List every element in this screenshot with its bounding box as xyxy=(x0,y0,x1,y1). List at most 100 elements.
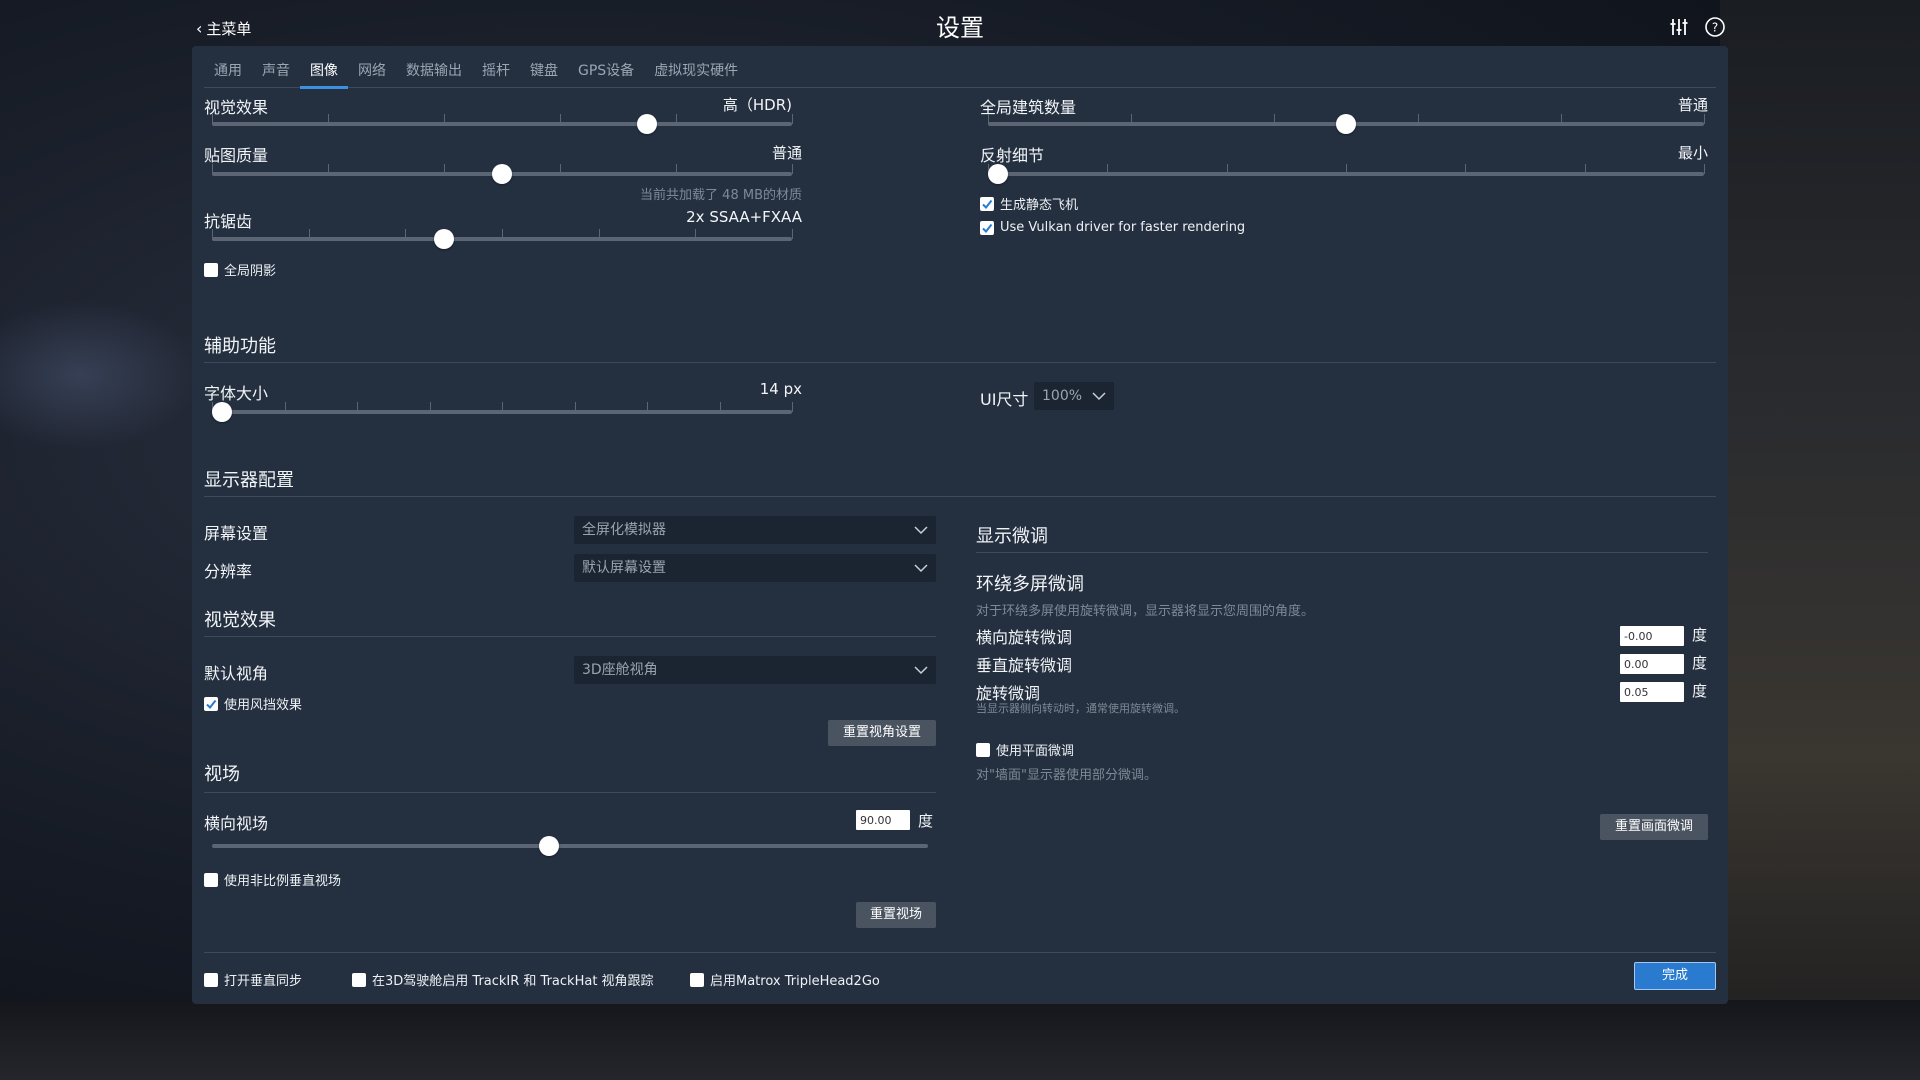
slider-thumb[interactable] xyxy=(538,836,559,856)
roll-tune-input[interactable] xyxy=(1620,682,1684,702)
slider-tick xyxy=(1274,114,1276,124)
surround-description: 对于环绕多屏使用旋转微调，显示器将显示您周围的角度。 xyxy=(976,604,1315,619)
slider-tick xyxy=(1417,114,1419,124)
slider-tick xyxy=(598,229,600,239)
vsync-checkbox[interactable]: 打开垂直同步 xyxy=(204,970,302,989)
slider-tick xyxy=(308,229,310,239)
help-icon[interactable]: ? xyxy=(1704,16,1726,38)
font-size-label: 字体大小 xyxy=(204,384,269,403)
texture-quality-slider[interactable] xyxy=(212,164,793,184)
checkbox-box xyxy=(204,696,218,711)
tab-keyboard[interactable]: 键盘 xyxy=(520,60,568,88)
slider-tick xyxy=(560,164,561,174)
sliders-icon[interactable] xyxy=(1668,16,1690,38)
antialiasing-slider[interactable] xyxy=(212,229,793,249)
chevron-down-icon xyxy=(914,526,928,535)
tab-vr-hardware[interactable]: 虚拟现实硬件 xyxy=(644,60,748,88)
tab-graphics[interactable]: 图像 xyxy=(300,60,348,89)
slider-tick xyxy=(676,164,677,174)
slider-tick xyxy=(719,402,721,412)
hfov-unit: 度 xyxy=(918,812,934,830)
windshield-checkbox[interactable]: 使用风挡效果 xyxy=(204,694,302,713)
back-button[interactable]: ‹ 主菜单 xyxy=(196,18,251,39)
slider-tick xyxy=(429,402,431,412)
flat-tune-checkbox[interactable]: 使用平面微调 xyxy=(976,740,1074,759)
checkbox-box xyxy=(204,872,218,887)
building-count-slider[interactable] xyxy=(988,114,1705,134)
background-glow xyxy=(0,300,200,450)
section-divider xyxy=(976,552,1708,553)
check-icon xyxy=(206,699,217,709)
global-shadows-checkbox[interactable]: 全局阴影 xyxy=(204,260,276,279)
slider-tick xyxy=(792,164,793,174)
matrox-checkbox[interactable]: 启用Matrox TripleHead2Go xyxy=(690,970,880,989)
static-aircraft-label: 生成静态飞机 xyxy=(1000,198,1079,213)
slider-thumb[interactable] xyxy=(492,164,512,184)
slider-tick xyxy=(647,402,648,412)
trackir-checkbox[interactable]: 在3D驾驶舱启用 TrackIR 和 TrackHat 视角跟踪 xyxy=(352,970,654,989)
slider-thumb[interactable] xyxy=(212,402,232,422)
slider-tick xyxy=(1131,114,1133,124)
reset-fine-tune-button[interactable]: 重置画面微调 xyxy=(1600,814,1708,840)
static-aircraft-checkbox[interactable]: 生成静态飞机 xyxy=(980,194,1078,213)
done-button[interactable]: 完成 xyxy=(1634,962,1716,990)
footer-divider xyxy=(204,952,1716,953)
default-view-label: 默认视角 xyxy=(204,664,269,683)
hfov-label: 横向视场 xyxy=(204,814,269,833)
screen-setting-select[interactable]: 全屏化模拟器 xyxy=(574,516,936,544)
horizontal-tune-input[interactable] xyxy=(1620,626,1684,646)
hfov-slider[interactable] xyxy=(212,836,928,856)
slider-tick xyxy=(212,164,213,174)
texture-memory-hint: 当前共加载了 48 MB的材质 xyxy=(640,188,802,203)
background-cockpit xyxy=(1720,0,1920,1080)
accessibility-heading: 辅助功能 xyxy=(204,336,276,357)
slider-tick xyxy=(1346,164,1347,174)
roll-tune-unit: 度 xyxy=(1692,682,1708,700)
reset-view-button[interactable]: 重置视角设置 xyxy=(828,720,936,746)
slider-tick xyxy=(502,402,503,412)
windshield-label: 使用风挡效果 xyxy=(224,698,303,713)
antialiasing-value: 2x SSAA+FXAA xyxy=(686,208,802,226)
ui-size-select[interactable]: 100% xyxy=(1034,382,1114,410)
checkbox-box xyxy=(976,742,990,757)
visual-effects-slider[interactable] xyxy=(212,114,793,134)
tab-network[interactable]: 网络 xyxy=(348,60,396,88)
flat-tune-hint: 对"墙面"显示器使用部分微调。 xyxy=(976,768,1157,783)
font-size-slider[interactable] xyxy=(212,402,793,422)
slider-tick xyxy=(792,229,793,239)
tab-gps[interactable]: GPS设备 xyxy=(568,60,644,88)
tab-bar: 通用 声音 图像 网络 数据输出 摇杆 键盘 GPS设备 虚拟现实硬件 xyxy=(204,60,1716,89)
texture-quality-label: 贴图质量 xyxy=(204,146,269,165)
slider-track xyxy=(212,844,928,848)
checkbox-box xyxy=(980,196,994,211)
back-label: 主菜单 xyxy=(206,20,252,38)
tab-general[interactable]: 通用 xyxy=(204,60,252,88)
vertical-tune-unit: 度 xyxy=(1692,654,1708,672)
section-divider xyxy=(204,362,1716,363)
reflection-detail-value: 最小 xyxy=(1677,144,1708,162)
reflection-detail-slider[interactable] xyxy=(988,164,1705,184)
page-title: 设置 xyxy=(936,14,984,42)
reset-fov-button[interactable]: 重置视场 xyxy=(856,902,936,928)
vulkan-label: Use Vulkan driver for faster rendering xyxy=(1000,220,1246,235)
nonprop-vfov-checkbox[interactable]: 使用非比例垂直视场 xyxy=(204,870,341,889)
tab-joystick[interactable]: 摇杆 xyxy=(472,60,520,88)
slider-tick xyxy=(444,164,445,174)
slider-thumb[interactable] xyxy=(637,114,657,134)
slider-thumb[interactable] xyxy=(988,164,1008,184)
chevron-down-icon xyxy=(914,564,928,573)
vertical-tune-input[interactable] xyxy=(1620,654,1684,674)
matrox-label: 启用Matrox TripleHead2Go xyxy=(710,974,880,989)
slider-tick xyxy=(405,229,407,239)
screen-setting-label: 屏幕设置 xyxy=(204,524,269,543)
hfov-input[interactable] xyxy=(856,810,910,830)
tab-data-output[interactable]: 数据输出 xyxy=(396,60,472,88)
tab-sound[interactable]: 声音 xyxy=(252,60,300,88)
slider-tick xyxy=(676,114,677,124)
slider-thumb[interactable] xyxy=(434,229,454,249)
reflection-detail-label: 反射细节 xyxy=(980,146,1045,165)
vulkan-checkbox[interactable]: Use Vulkan driver for faster rendering xyxy=(980,220,1245,235)
resolution-select[interactable]: 默认屏幕设置 xyxy=(574,554,936,582)
default-view-select[interactable]: 3D座舱视角 xyxy=(574,656,936,684)
slider-thumb[interactable] xyxy=(1336,114,1356,134)
